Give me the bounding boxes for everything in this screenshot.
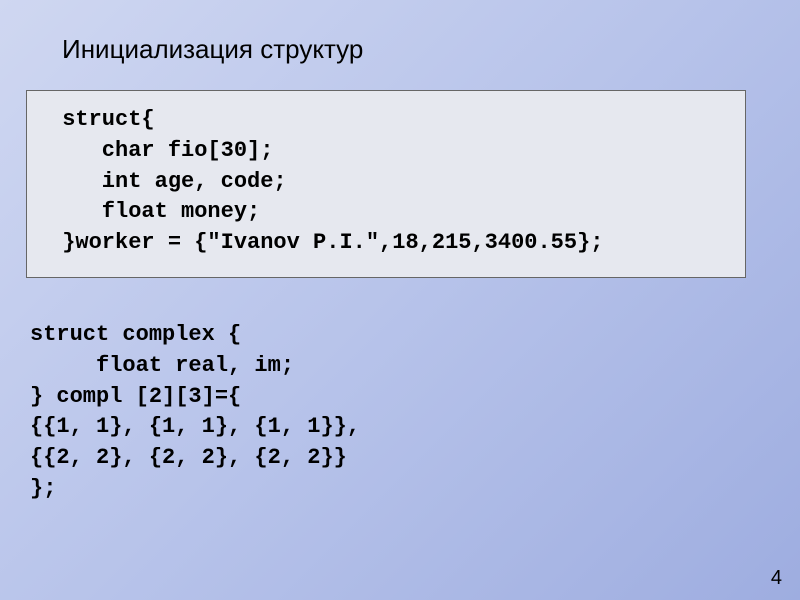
code-example-plain: struct complex { float real, im; } compl…	[30, 320, 360, 505]
code-example-boxed: struct{ char fio[30]; int age, code; flo…	[26, 90, 746, 278]
page-number: 4	[771, 567, 782, 590]
slide-title: Инициализация структур	[62, 34, 363, 65]
